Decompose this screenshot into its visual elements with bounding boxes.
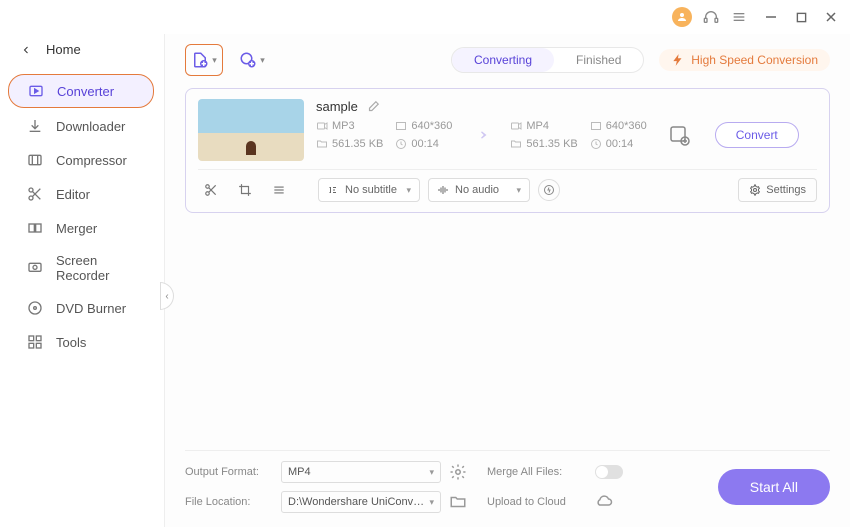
minimize-button[interactable] xyxy=(764,10,778,24)
sidebar-item-label: Tools xyxy=(56,335,86,350)
toolbar: ▾ ▾ Converting Finished High Speed Conve… xyxy=(185,34,830,84)
tab-finished[interactable]: Finished xyxy=(554,48,643,72)
output-format-select[interactable]: MP4▾ xyxy=(281,461,441,483)
gear-icon[interactable] xyxy=(449,463,467,481)
subtitle-icon xyxy=(327,184,339,196)
trim-button[interactable] xyxy=(198,179,224,201)
merger-icon xyxy=(26,219,44,237)
gear-icon xyxy=(749,184,761,196)
file-location-label: File Location: xyxy=(185,496,273,508)
cloud-icon[interactable] xyxy=(595,493,613,511)
sidebar: Home Converter Downloader Compressor Edi… xyxy=(0,34,165,527)
tab-converting[interactable]: Converting xyxy=(452,48,554,72)
sidebar-item-label: Converter xyxy=(57,84,114,99)
file-card: sample MP3 640*360 561.35 KB 00:14 MP4 xyxy=(185,88,830,213)
add-url-button[interactable]: ▾ xyxy=(233,44,271,76)
subtitle-select[interactable]: No subtitle▾ xyxy=(318,178,420,202)
start-all-button[interactable]: Start All xyxy=(718,469,830,505)
audio-icon xyxy=(437,184,449,196)
resolution-icon xyxy=(590,120,602,132)
target-meta: MP4 640*360 561.35 KB 00:14 xyxy=(510,120,646,150)
status-tabs: Converting Finished xyxy=(451,47,644,73)
sidebar-item-merger[interactable]: Merger xyxy=(8,212,154,244)
titlebar xyxy=(0,0,850,34)
arrow-right-icon xyxy=(470,124,492,146)
audio-select[interactable]: No audio▾ xyxy=(428,178,530,202)
video-icon xyxy=(510,120,522,132)
scissors-icon xyxy=(26,185,44,203)
menu-icon[interactable] xyxy=(730,8,748,26)
main-panel: ▾ ▾ Converting Finished High Speed Conve… xyxy=(165,34,850,527)
disc-icon xyxy=(26,299,44,317)
video-thumbnail[interactable] xyxy=(198,99,304,161)
lightning-icon xyxy=(671,53,685,67)
folder-icon xyxy=(510,138,522,150)
sidebar-item-tools[interactable]: Tools xyxy=(8,326,154,358)
output-format-label: Output Format: xyxy=(185,466,273,478)
merge-toggle[interactable] xyxy=(595,465,623,479)
sidebar-item-downloader[interactable]: Downloader xyxy=(8,110,154,142)
sidebar-item-label: Downloader xyxy=(56,119,125,134)
file-location-select[interactable]: D:\Wondershare UniConverter 1▾ xyxy=(281,491,441,513)
sidebar-item-label: Screen Recorder xyxy=(56,253,142,283)
home-label: Home xyxy=(46,42,81,57)
chevron-down-icon: ▾ xyxy=(260,55,265,66)
info-button[interactable] xyxy=(538,179,560,201)
high-speed-label: High Speed Conversion xyxy=(691,53,818,67)
sidebar-item-label: DVD Burner xyxy=(56,301,126,316)
maximize-button[interactable] xyxy=(794,10,808,24)
chevron-down-icon: ▾ xyxy=(212,55,217,66)
grid-icon xyxy=(26,333,44,351)
converter-icon xyxy=(27,82,45,100)
sidebar-item-dvd-burner[interactable]: DVD Burner xyxy=(8,292,154,324)
merge-label: Merge All Files: xyxy=(487,466,587,478)
preset-icon[interactable] xyxy=(667,123,691,147)
source-meta: MP3 640*360 561.35 KB 00:14 xyxy=(316,120,452,150)
home-link[interactable]: Home xyxy=(0,38,164,73)
crop-button[interactable] xyxy=(232,179,258,201)
file-title: sample xyxy=(316,99,358,114)
folder-icon xyxy=(316,138,328,150)
sidebar-item-label: Merger xyxy=(56,221,97,236)
clock-icon xyxy=(395,138,407,150)
user-avatar[interactable] xyxy=(672,7,692,27)
record-icon xyxy=(26,259,44,277)
settings-button[interactable]: Settings xyxy=(738,178,817,202)
add-file-icon xyxy=(191,51,209,69)
clock-icon xyxy=(590,138,602,150)
edit-icon[interactable] xyxy=(366,100,380,114)
chevron-left-icon xyxy=(20,44,32,56)
sidebar-item-editor[interactable]: Editor xyxy=(8,178,154,210)
footer: Output Format: MP4▾ Merge All Files: Sta… xyxy=(185,450,830,527)
convert-button[interactable]: Convert xyxy=(715,122,799,148)
download-icon xyxy=(26,117,44,135)
effects-button[interactable] xyxy=(266,179,292,201)
add-file-button[interactable]: ▾ xyxy=(185,44,223,76)
video-icon xyxy=(316,120,328,132)
add-url-icon xyxy=(239,51,257,69)
high-speed-badge[interactable]: High Speed Conversion xyxy=(659,49,830,71)
upload-label: Upload to Cloud xyxy=(487,496,587,508)
sidebar-item-screen-recorder[interactable]: Screen Recorder xyxy=(8,246,154,290)
headset-icon[interactable] xyxy=(702,8,720,26)
sidebar-item-converter[interactable]: Converter xyxy=(8,74,154,108)
sidebar-item-label: Compressor xyxy=(56,153,127,168)
sidebar-item-compressor[interactable]: Compressor xyxy=(8,144,154,176)
resolution-icon xyxy=(395,120,407,132)
sidebar-item-label: Editor xyxy=(56,187,90,202)
folder-icon[interactable] xyxy=(449,493,467,511)
compressor-icon xyxy=(26,151,44,169)
close-button[interactable] xyxy=(824,10,838,24)
